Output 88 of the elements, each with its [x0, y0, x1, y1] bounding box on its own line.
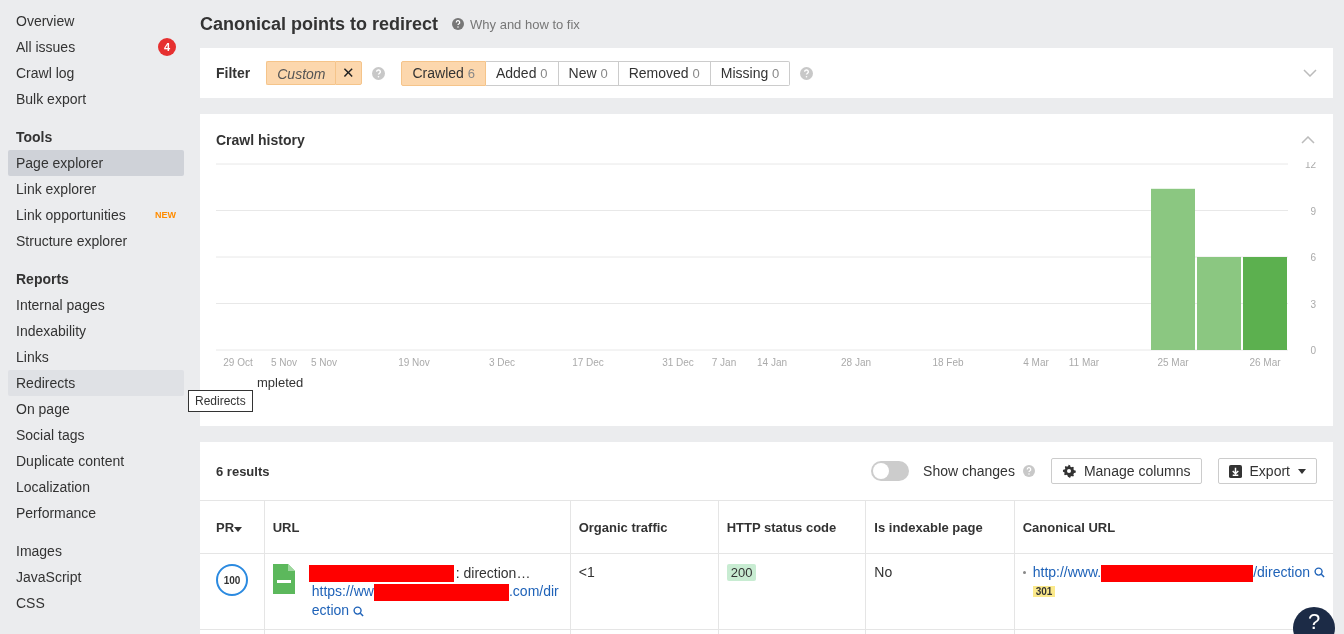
settings-icon [1061, 464, 1076, 478]
column-header[interactable]: URL [264, 500, 571, 554]
column-header[interactable]: Is indexable page [865, 500, 1015, 554]
help-icon[interactable] [372, 66, 386, 80]
sidebar-item[interactable]: Links [8, 344, 184, 370]
axis-label: 11 Mar [1068, 357, 1100, 368]
axis-label: 9 [1310, 205, 1316, 217]
sidebar-item[interactable]: CSS [8, 590, 184, 616]
axis-label: 25 Mar [1157, 357, 1189, 368]
filter-tab[interactable]: New 0 [558, 60, 619, 86]
toggle-label: Show changes [923, 463, 1015, 479]
status-badge: 200 [726, 564, 757, 581]
legend-label: mpleted [257, 375, 304, 390]
chevron-up-icon[interactable] [1301, 136, 1315, 144]
help-icon [452, 18, 465, 30]
sidebar-item[interactable]: Structure explorer [8, 228, 184, 254]
sidebar-item[interactable]: Bulk export [8, 86, 184, 112]
sidebar-item[interactable]: JavaScript [8, 564, 184, 590]
sidebar-item[interactable]: Localization [8, 474, 184, 500]
sidebar-item[interactable]: Overview [8, 8, 184, 34]
axis-label: 7 Jan [711, 357, 737, 368]
caret-icon [1298, 468, 1306, 474]
card-title: Crawl history [216, 132, 305, 148]
page-title-text: : direction… [455, 564, 531, 582]
page-title: Canonical points to redirect [200, 13, 439, 35]
sidebar-item[interactable]: Images [8, 538, 184, 564]
axis-label: 6 [1310, 252, 1316, 263]
axis-label: 5 Nov [270, 357, 298, 368]
axis-label: 0 [1310, 345, 1316, 356]
section-heading: Reports [15, 270, 70, 289]
axis-label: 26 Mar [1249, 357, 1281, 368]
axis-label: 29 Oct [223, 357, 253, 368]
filter-tab[interactable]: Added 0 [485, 60, 559, 86]
custom-filter-chip[interactable]: Custom [266, 61, 336, 85]
search-icon[interactable] [1314, 567, 1325, 579]
chevron-down-icon[interactable] [1303, 69, 1317, 77]
sidebar-item[interactable]: Performance [8, 500, 184, 526]
download-icon [1228, 464, 1242, 478]
manage-columns-button[interactable]: Manage columns [1050, 458, 1202, 484]
axis-label: 31 Dec [662, 357, 694, 368]
table-cell: <1 [570, 553, 719, 630]
column-header[interactable]: HTTP status code [718, 500, 866, 554]
axis-label: 19 Nov [398, 357, 430, 368]
sidebar-item[interactable]: Redirects [8, 370, 184, 396]
axis-label: 3 Dec [488, 357, 516, 368]
filter-label: Filter [216, 65, 251, 81]
axis-label: 3 [1310, 298, 1316, 310]
sidebar-item[interactable]: Page explorer [8, 150, 184, 176]
canonical-link[interactable]: http://www. /direction [1032, 564, 1310, 582]
tooltip: Redirects [188, 390, 253, 412]
filter-tab[interactable]: Removed 0 [618, 60, 711, 86]
axis-label: 5 Nov [310, 357, 338, 368]
new-tag: NEW [155, 210, 176, 220]
search-icon[interactable] [353, 605, 365, 617]
help-icon[interactable] [1022, 465, 1035, 477]
sidebar-item[interactable]: Social tags [8, 422, 184, 448]
clear-filter-button[interactable]: ✕ [335, 61, 363, 85]
column-header[interactable]: Organic traffic [570, 500, 719, 554]
axis-label: 4 Mar [1023, 357, 1049, 368]
table-cell: No [865, 553, 1015, 630]
pr-circle: 100 [216, 564, 248, 596]
filter-tab[interactable]: Missing 0 [710, 60, 791, 86]
sidebar-item[interactable]: Link opportunities NEW [8, 202, 184, 228]
sidebar-item[interactable]: On page [8, 396, 184, 422]
sort-caret-icon [234, 526, 243, 532]
help-link[interactable]: Why and how to fix [452, 16, 580, 32]
axis-label: 14 Jan [757, 357, 787, 368]
section-heading: Tools [15, 128, 54, 147]
filter-tab[interactable]: Crawled 6 [401, 60, 486, 86]
sidebar-item[interactable]: Duplicate content [8, 448, 184, 474]
sidebar-item[interactable]: Indexability [8, 318, 184, 344]
sidebar-item[interactable]: Crawl log [8, 60, 184, 86]
url-link[interactable]: https://ww .com/direction [308, 582, 562, 619]
axis-label: 28 Jan [841, 357, 871, 368]
count-badge: 4 [158, 38, 176, 56]
help-icon[interactable] [800, 66, 814, 80]
export-button[interactable]: Export [1217, 458, 1317, 484]
html-file-icon [272, 564, 295, 594]
column-header[interactable]: PR [200, 500, 265, 554]
toggle-switch[interactable] [871, 461, 910, 481]
results-count: 6 results [216, 463, 270, 479]
status-badge: 301 [1032, 585, 1056, 597]
sidebar-item[interactable]: Link explorer [8, 176, 184, 202]
column-header[interactable]: Canonical URL [1014, 500, 1333, 554]
axis-label: 17 Dec [572, 357, 604, 368]
sidebar-item[interactable]: All issues 4 [8, 34, 184, 60]
axis-label: 18 Feb [932, 357, 964, 368]
sidebar-item[interactable]: Internal pages [8, 292, 184, 318]
